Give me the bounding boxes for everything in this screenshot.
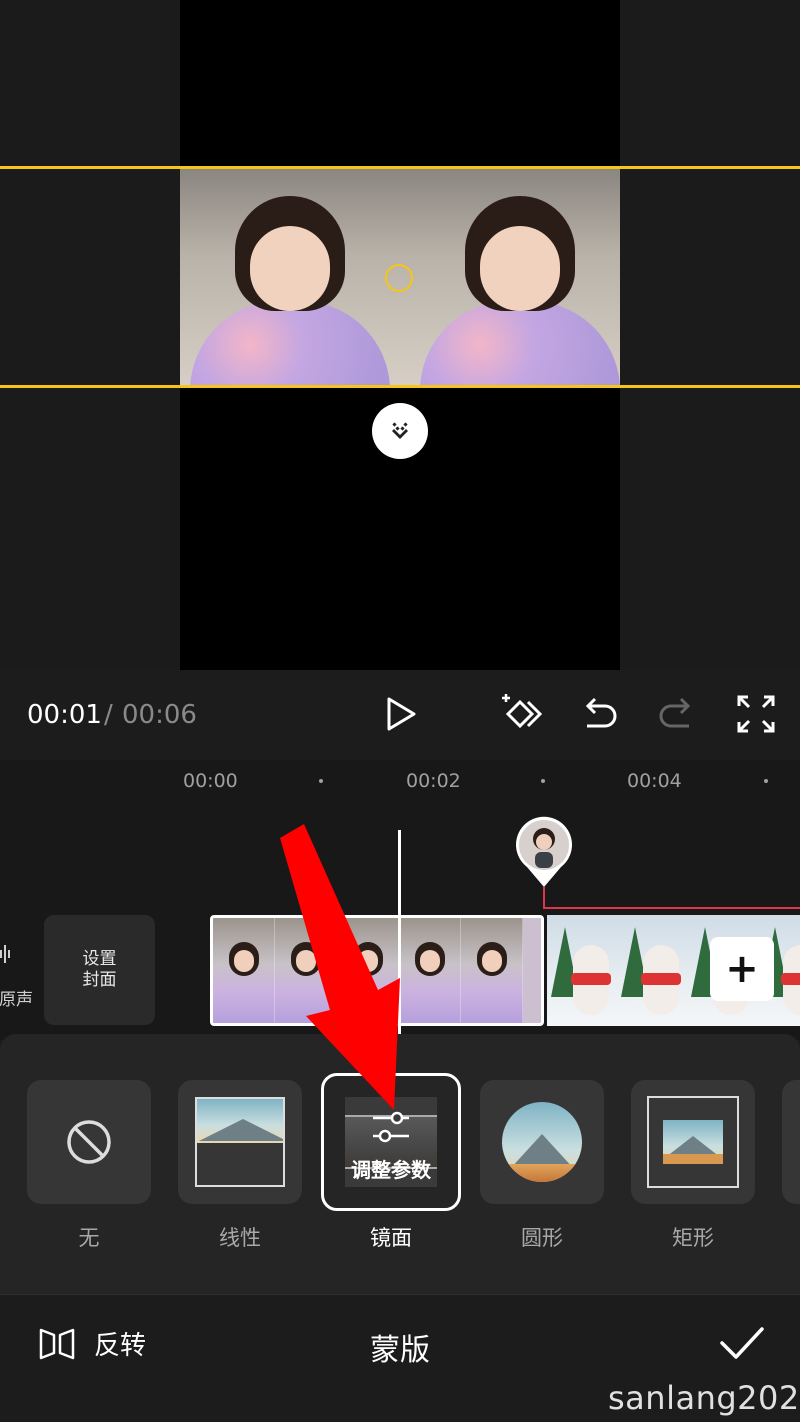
confirm-check-icon[interactable] — [718, 1323, 766, 1363]
mask-panel: 无 线性 调整参数 镜面 圆形 矩形 — [0, 1034, 800, 1294]
mask-top-line[interactable] — [0, 166, 800, 169]
fullscreen-button[interactable] — [734, 692, 778, 736]
set-cover-button[interactable]: 设置 封面 — [44, 915, 155, 1025]
mask-option-label: 矩形 — [672, 1226, 714, 1250]
ruler-tick: 00:02 — [406, 770, 461, 792]
mask-option-label: 无 — [78, 1226, 100, 1250]
redo-icon — [659, 697, 691, 728]
original-audio-label[interactable]: 原声 — [0, 985, 36, 1010]
current-time: 00:01 — [27, 700, 102, 730]
undo-icon — [585, 697, 617, 728]
mask-option-more[interactable] — [782, 1080, 800, 1204]
mask-option-label: 圆形 — [521, 1226, 563, 1250]
no-mask-icon — [67, 1120, 111, 1164]
time-separator: / — [104, 700, 113, 730]
mask-center-handle[interactable] — [385, 264, 413, 292]
video-subject-right — [420, 196, 620, 386]
mask-option-rectangle[interactable] — [631, 1080, 755, 1204]
clip-thumbnail — [461, 918, 523, 1023]
mask-option-label: 线性 — [219, 1226, 261, 1250]
overlay-pin[interactable] — [513, 815, 575, 889]
ruler-dot — [764, 779, 768, 783]
add-icon: + — [725, 946, 759, 992]
mask-option-linear[interactable] — [178, 1080, 302, 1204]
linear-mask-icon — [195, 1097, 285, 1187]
mask-option-mirror[interactable] — [321, 1073, 461, 1211]
ruler-tick: 00:04 — [627, 770, 682, 792]
play-button[interactable] — [378, 692, 422, 736]
fullscreen-icon — [737, 695, 775, 733]
rectangle-mask-icon — [663, 1120, 723, 1164]
add-clip-button[interactable]: + — [710, 937, 774, 1001]
ruler-tick: 00:00 — [183, 770, 238, 792]
mask-option-none[interactable] — [27, 1080, 151, 1204]
playhead[interactable] — [398, 830, 401, 1035]
clip-thumbnail — [213, 918, 275, 1023]
selected-video-clip[interactable] — [210, 915, 544, 1026]
feather-handle[interactable] — [372, 403, 428, 459]
keyframe-track-line — [543, 887, 800, 909]
mask-bottom-line[interactable] — [0, 385, 800, 388]
clip-thumbnail — [399, 918, 461, 1023]
clip-thumbnail — [617, 915, 687, 1026]
adjust-params-icon — [373, 1111, 409, 1143]
playback-controls: 00:01 / 00:06 — [0, 670, 800, 760]
panel-title: 蒙版 — [370, 1333, 430, 1368]
clip-thumbnail — [547, 915, 617, 1026]
clip-thumbnail — [337, 918, 399, 1023]
redo-button[interactable] — [655, 692, 699, 736]
clip-thumbnail — [275, 918, 337, 1023]
video-subject-left — [190, 196, 390, 386]
total-time: 00:06 — [122, 700, 197, 730]
set-cover-label: 设置 封面 — [82, 949, 117, 990]
audio-icon — [0, 945, 10, 963]
timeline[interactable]: 原声 设置 封面 + — [0, 805, 800, 1040]
add-keyframe-button[interactable] — [498, 692, 543, 736]
time-ruler[interactable]: 00:00 00:02 00:04 — [0, 760, 800, 805]
ruler-dot — [319, 779, 323, 783]
adjust-params-label: 调整参数 — [351, 1158, 431, 1182]
play-icon — [387, 697, 416, 731]
ruler-dot — [541, 779, 545, 783]
undo-button[interactable] — [577, 692, 621, 736]
circle-mask-icon — [502, 1102, 582, 1182]
video-preview[interactable] — [0, 0, 800, 670]
keyframe-icon — [502, 694, 543, 729]
mask-option-circle[interactable] — [480, 1080, 604, 1204]
mask-option-label: 镜面 — [370, 1226, 412, 1250]
watermark-text: sanlang2021 — [608, 1379, 800, 1417]
feather-chevron-icon — [392, 422, 408, 439]
